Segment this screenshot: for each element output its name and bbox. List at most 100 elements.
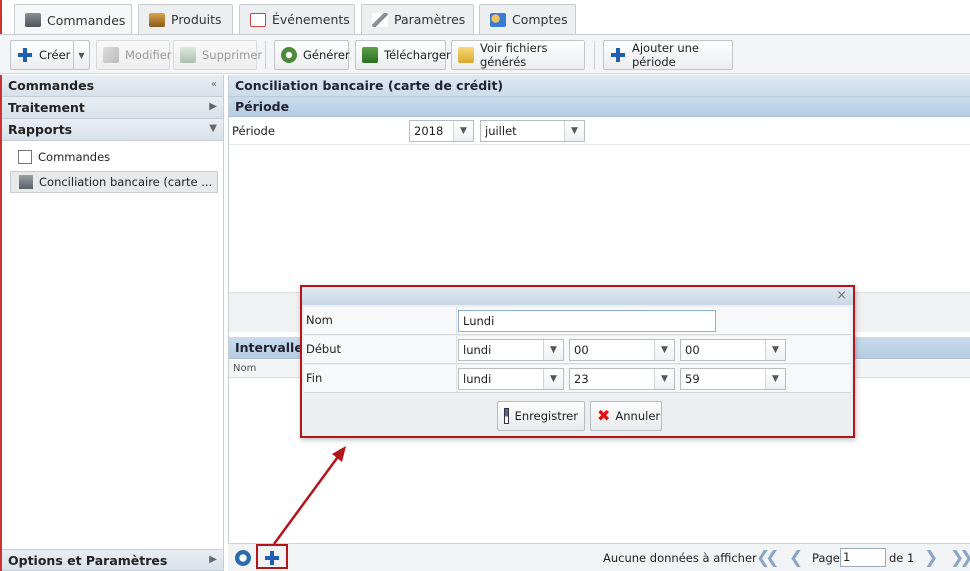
collapse-arrow-icon: ▼ — [209, 123, 217, 134]
view-files-label: Voir fichiers générés — [480, 41, 548, 69]
previous-page-icon[interactable]: ❮ — [789, 548, 803, 568]
period-section-header: Période — [229, 97, 970, 117]
last-page-icon[interactable]: ❯❯ — [950, 548, 970, 568]
gear-icon — [281, 47, 297, 63]
tab-label: Produits — [171, 12, 222, 27]
download-label: Télécharger — [384, 48, 451, 62]
save-label: Enregistrer — [514, 409, 578, 423]
plus-icon — [610, 47, 626, 63]
tab-parametres[interactable]: Paramètres — [361, 4, 474, 34]
tab-evenements[interactable]: Événements — [239, 4, 355, 34]
expand-arrow-icon: ▶ — [209, 554, 217, 565]
nav-item-label: Commandes — [38, 150, 111, 164]
chevron-down-icon[interactable]: ▼ — [765, 340, 785, 360]
name-label: Nom — [306, 313, 333, 327]
year-value: 2018 — [414, 124, 444, 138]
end-label: Fin — [306, 371, 323, 385]
create-button[interactable]: Créer — [10, 40, 74, 70]
chevron-down-icon[interactable]: ▼ — [543, 369, 563, 389]
dialog-titlebar: × — [302, 287, 853, 305]
refresh-icon[interactable] — [235, 550, 251, 566]
box-icon — [149, 12, 165, 27]
end-day-select[interactable]: lundi ▼ — [458, 368, 564, 390]
start-label: Début — [306, 342, 342, 356]
end-hour-value: 23 — [574, 372, 589, 386]
column-name-header: Nom — [233, 363, 257, 374]
generate-label: Générer — [303, 48, 350, 62]
accordion-label: Commandes — [8, 78, 95, 93]
save-button[interactable]: Enregistrer — [497, 401, 585, 431]
first-page-icon[interactable]: ❮❮ — [756, 548, 779, 568]
chevron-down-icon[interactable]: ▼ — [564, 121, 584, 141]
page-total-label: de 1 — [889, 551, 915, 565]
tab-comptes[interactable]: Comptes — [479, 4, 576, 34]
chevron-down-icon[interactable]: ▼ — [543, 340, 563, 360]
page-label: Page — [812, 551, 840, 565]
download-icon — [362, 47, 378, 63]
chevron-down-icon[interactable]: ▼ — [765, 369, 785, 389]
page-title: Conciliation bancaire (carte de crédit) — [229, 75, 970, 97]
empty-grid-message: Aucune données à afficher — [603, 551, 757, 565]
chevron-down-icon[interactable]: ▼ — [453, 121, 473, 141]
register-icon — [19, 175, 33, 189]
delete-label: Supprimer — [202, 48, 263, 62]
tab-commandes[interactable]: Commandes — [14, 4, 132, 35]
next-page-icon[interactable]: ❯ — [924, 548, 938, 568]
floppy-disk-icon — [504, 408, 509, 424]
start-hour-select[interactable]: 00 ▼ — [569, 339, 675, 361]
red-x-icon: ✖ — [597, 406, 611, 425]
tab-label: Paramètres — [394, 12, 466, 27]
tab-label: Comptes — [512, 12, 568, 27]
modify-button[interactable]: Modifier — [96, 40, 172, 70]
end-minute-value: 59 — [685, 372, 700, 386]
name-row: Nom Lundi — [304, 307, 851, 335]
nav-item-commandes[interactable]: Commandes — [10, 146, 218, 168]
accordion-commandes[interactable]: Commandes « — [2, 75, 223, 97]
close-icon[interactable]: × — [836, 288, 847, 303]
annotation-arrow-icon — [272, 446, 346, 545]
accordion-traitement[interactable]: Traitement ▶ — [2, 97, 223, 119]
start-hour-value: 00 — [574, 343, 589, 357]
start-minute-select[interactable]: 00 ▼ — [680, 339, 786, 361]
modify-label: Modifier — [125, 48, 172, 62]
download-button[interactable]: Télécharger — [355, 40, 451, 70]
name-input[interactable]: Lundi — [458, 310, 716, 332]
tab-produits[interactable]: Produits — [138, 4, 233, 34]
left-navigation-panel: Commandes « Traitement ▶ Rapports ▼ Comm… — [0, 75, 224, 571]
period-label: Période — [232, 124, 275, 138]
plus-icon — [17, 47, 33, 63]
accordion-label: Options et Paramètres — [8, 552, 168, 568]
page-number-value: 1 — [843, 550, 851, 564]
add-period-button[interactable]: Ajouter une période — [603, 40, 733, 70]
nav-item-label: Conciliation bancaire (carte ... — [39, 175, 213, 189]
collapse-icon[interactable]: « — [211, 79, 217, 90]
end-hour-select[interactable]: 23 ▼ — [569, 368, 675, 390]
create-label: Créer — [39, 48, 71, 62]
chevron-down-icon[interactable]: ▼ — [654, 369, 674, 389]
year-select[interactable]: 2018 ▼ — [409, 120, 474, 142]
chevron-down-icon: ▼ — [78, 50, 85, 60]
start-minute-value: 00 — [685, 343, 700, 357]
period-row: Période 2018 ▼ juillet ▼ — [229, 117, 970, 145]
end-day-value: lundi — [463, 372, 492, 386]
name-input-value: Lundi — [463, 314, 495, 328]
accordion-rapports[interactable]: Rapports ▼ — [2, 119, 223, 141]
create-dropdown-button[interactable]: ▼ — [73, 40, 90, 70]
delete-button[interactable]: Supprimer — [173, 40, 262, 70]
add-period-label: Ajouter une période — [632, 41, 700, 69]
cancel-button[interactable]: ✖ Annuler — [590, 401, 662, 431]
end-minute-select[interactable]: 59 ▼ — [680, 368, 786, 390]
accordion-options[interactable]: Options et Paramètres ▶ — [2, 549, 223, 571]
document-icon — [18, 150, 32, 164]
start-day-select[interactable]: lundi ▼ — [458, 339, 564, 361]
accordion-label: Rapports — [8, 122, 73, 137]
view-files-button[interactable]: Voir fichiers générés — [451, 40, 585, 70]
month-select[interactable]: juillet ▼ — [480, 120, 585, 142]
page-number-input[interactable]: 1 — [840, 548, 886, 567]
end-row: Fin lundi ▼ 23 ▼ 59 ▼ — [304, 365, 851, 393]
generate-button[interactable]: Générer — [274, 40, 350, 70]
chevron-down-icon[interactable]: ▼ — [654, 340, 674, 360]
trash-icon — [180, 47, 196, 63]
row-divider — [456, 307, 457, 335]
nav-item-conciliation[interactable]: Conciliation bancaire (carte ... — [10, 171, 218, 193]
